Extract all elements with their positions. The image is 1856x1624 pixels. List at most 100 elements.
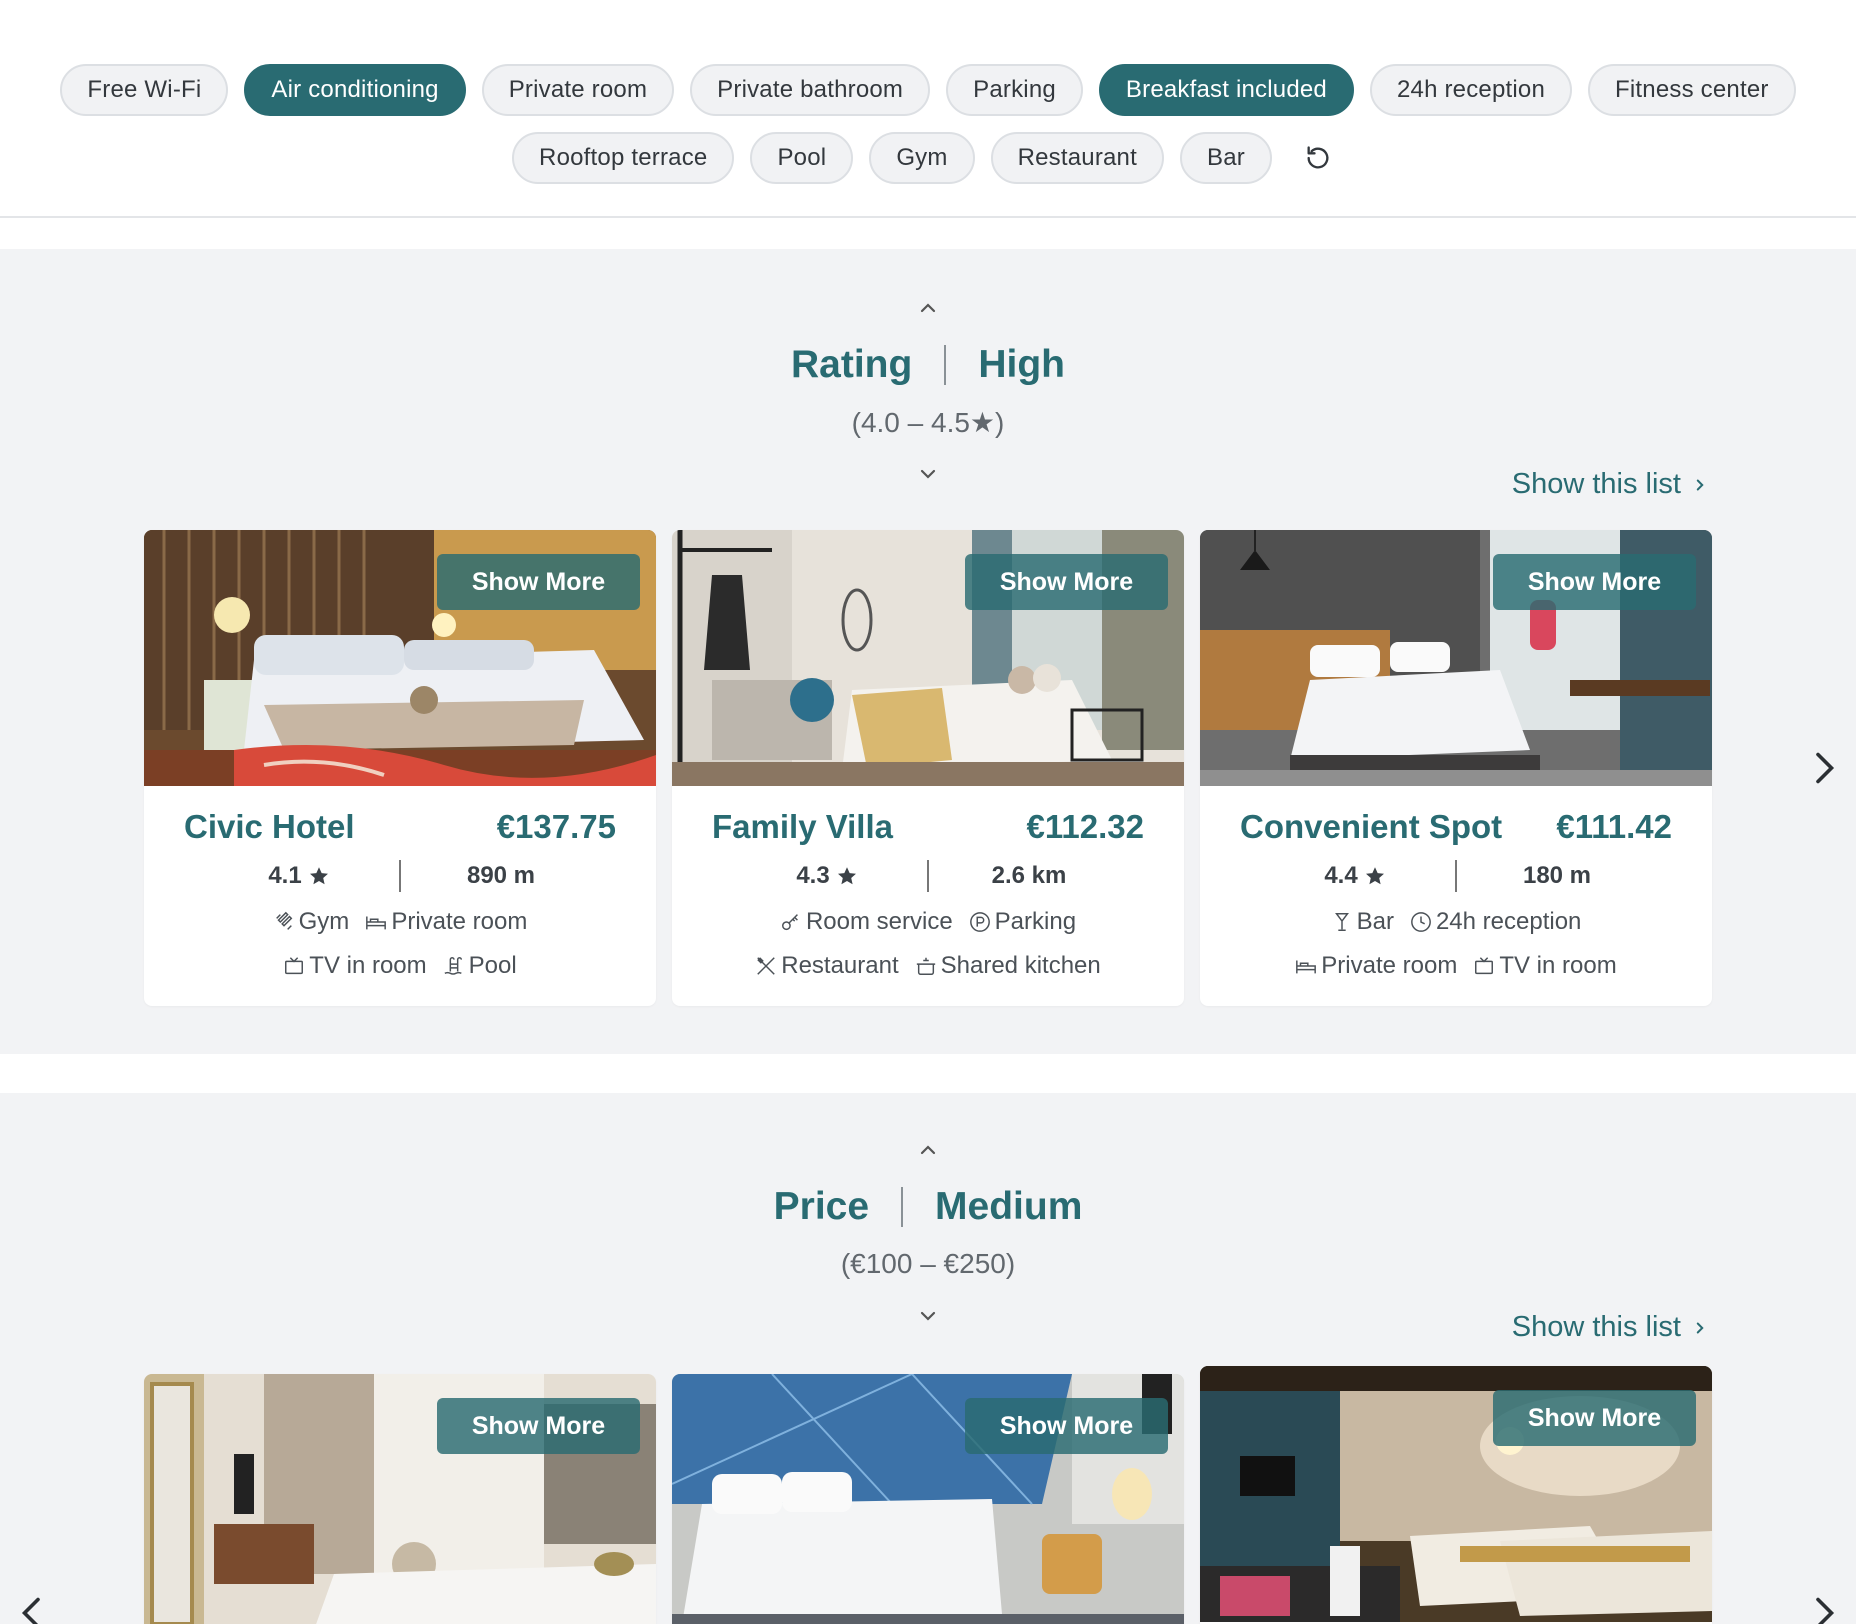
filter-row-1: Free Wi-Fi Air conditioning Private room… bbox=[0, 64, 1856, 116]
tv-icon bbox=[285, 957, 304, 975]
card-meta-row: 4.3 2.6 km bbox=[672, 860, 1184, 892]
bed-icon bbox=[1296, 960, 1317, 974]
amenity: 24h reception bbox=[1410, 908, 1581, 936]
heading-category: Price bbox=[773, 1185, 870, 1228]
amenity: Pool bbox=[443, 952, 517, 980]
hotel-card[interactable]: Show More bbox=[144, 1374, 656, 1624]
amenities-row: Room service Parking bbox=[672, 908, 1184, 936]
carousel-prev-button[interactable] bbox=[18, 1593, 46, 1624]
collapse-chevron-up[interactable] bbox=[916, 296, 940, 320]
carousel-next-button[interactable] bbox=[1810, 748, 1838, 788]
amenity: Private room bbox=[365, 908, 527, 936]
show-more-button[interactable]: Show More bbox=[965, 554, 1168, 610]
hotel-card[interactable]: Show More bbox=[1200, 1366, 1712, 1624]
hotel-name: Family Villa bbox=[712, 808, 893, 845]
amenity: Shared kitchen bbox=[915, 952, 1101, 980]
heading-level: Medium bbox=[935, 1185, 1083, 1228]
hotel-card[interactable]: Show More bbox=[672, 1374, 1184, 1624]
star-icon bbox=[1365, 867, 1384, 885]
hotel-card[interactable]: Show More Family Villa €112.32 4.3 2.6 k… bbox=[672, 530, 1184, 1006]
section-range: (4.0 – 4.5★) bbox=[851, 407, 1005, 438]
rating-value: 4.3 bbox=[796, 862, 830, 889]
chevron-right-icon bbox=[1696, 479, 1704, 490]
chevron-right-icon bbox=[1816, 752, 1835, 784]
filter-chip-24h-reception[interactable]: 24h reception bbox=[1369, 64, 1573, 116]
show-more-button[interactable]: Show More bbox=[965, 1398, 1168, 1454]
expand-chevron-down[interactable] bbox=[916, 462, 940, 486]
filter-chip-rooftop-terrace[interactable]: Rooftop terrace bbox=[512, 132, 735, 184]
hotel-price: €112.32 bbox=[1026, 808, 1144, 845]
show-this-list-label: Show this list bbox=[1511, 1311, 1681, 1343]
amenities-row: Restaurant Shared kitchen bbox=[672, 952, 1184, 980]
reset-filters-button[interactable] bbox=[1292, 132, 1344, 184]
filter-chip-gym[interactable]: Gym bbox=[869, 132, 975, 184]
expand-chevron-down[interactable] bbox=[916, 1304, 940, 1328]
star-icon bbox=[309, 867, 328, 885]
card-title-row: Civic Hotel €137.75 bbox=[184, 808, 616, 846]
filter-chip-private-bathroom[interactable]: Private bathroom bbox=[690, 64, 931, 116]
show-this-list-link[interactable]: Show this list bbox=[1512, 468, 1709, 501]
hotel-photo: Show More bbox=[1200, 1366, 1712, 1622]
clock-icon bbox=[1411, 912, 1431, 932]
show-more-button[interactable]: Show More bbox=[437, 554, 640, 610]
show-this-list-link[interactable]: Show this list bbox=[1512, 1311, 1709, 1344]
heading-level: High bbox=[978, 343, 1065, 386]
bed-icon bbox=[366, 916, 387, 930]
section-range: (€100 – €250) bbox=[840, 1248, 1016, 1279]
chevron-down-icon bbox=[920, 469, 936, 479]
filter-chip-pool[interactable]: Pool bbox=[750, 132, 854, 184]
hotel-card[interactable]: Show More Civic Hotel €137.75 4.1 890 m … bbox=[144, 530, 656, 1006]
reset-icon bbox=[1307, 146, 1329, 169]
filter-chip-private-room[interactable]: Private room bbox=[481, 64, 675, 116]
section-heading: Rating High bbox=[0, 343, 1856, 387]
heading-category: Rating bbox=[791, 343, 913, 386]
rating-value: 4.4 bbox=[1324, 862, 1358, 889]
hotel-name: Convenient Spot bbox=[1240, 808, 1503, 845]
amenity-filter-bar: Free Wi-Fi Air conditioning Private room… bbox=[0, 0, 1856, 218]
rating: 4.1 bbox=[199, 862, 399, 890]
gym-icon bbox=[275, 911, 293, 930]
pot-icon bbox=[916, 957, 935, 975]
price-medium-section: Price Medium (€100 – €250) Show this lis… bbox=[0, 1093, 1856, 1624]
hotel-photo: Show More bbox=[1200, 530, 1712, 786]
hotel-photo: Show More bbox=[672, 530, 1184, 786]
rating: 4.4 bbox=[1255, 862, 1455, 890]
hotel-photo: Show More bbox=[144, 1374, 656, 1624]
hotel-price: €111.42 bbox=[1556, 808, 1672, 845]
key-icon bbox=[781, 914, 798, 931]
filter-chip-breakfast-included[interactable]: Breakfast included bbox=[1098, 64, 1354, 116]
utensils-icon bbox=[757, 957, 776, 975]
amenity: TV in room bbox=[283, 952, 427, 980]
amenity: Gym bbox=[273, 908, 349, 936]
filter-chip-free-wifi[interactable]: Free Wi-Fi bbox=[60, 64, 229, 116]
amenity: TV in room bbox=[1473, 952, 1617, 980]
distance: 890 m bbox=[466, 862, 536, 889]
amenity: Room service bbox=[780, 908, 953, 936]
collapse-chevron-up[interactable] bbox=[916, 1138, 940, 1162]
tv-icon bbox=[1475, 957, 1494, 975]
amenity: Private room bbox=[1295, 952, 1457, 980]
rating-value: 4.1 bbox=[268, 862, 302, 889]
amenity: Parking bbox=[969, 908, 1076, 936]
show-more-button[interactable]: Show More bbox=[1493, 554, 1696, 610]
filter-chip-air-conditioning[interactable]: Air conditioning bbox=[244, 64, 466, 116]
carousel-next-button[interactable] bbox=[1810, 1593, 1838, 1624]
amenities-row: Gym Private room bbox=[144, 908, 656, 936]
section-heading: Price Medium bbox=[0, 1185, 1856, 1229]
show-more-button[interactable]: Show More bbox=[1493, 1390, 1696, 1446]
card-title-row: Convenient Spot €111.42 bbox=[1240, 808, 1672, 846]
filter-row-2: Rooftop terrace Pool Gym Restaurant Bar bbox=[0, 132, 1856, 184]
filter-chip-fitness-center[interactable]: Fitness center bbox=[1588, 64, 1796, 116]
show-more-button[interactable]: Show More bbox=[437, 1398, 640, 1454]
hotel-photo: Show More bbox=[144, 530, 656, 786]
heading-divider bbox=[944, 345, 947, 385]
chevron-down-icon bbox=[920, 1311, 936, 1321]
filter-chip-parking[interactable]: Parking bbox=[946, 64, 1083, 116]
hotel-card[interactable]: Show More Convenient Spot €111.42 4.4 18… bbox=[1200, 530, 1712, 1006]
chevron-right-icon bbox=[1816, 1597, 1835, 1624]
amenities-row: Bar 24h reception bbox=[1200, 908, 1712, 936]
amenity: Restaurant bbox=[755, 952, 899, 980]
cocktail-icon bbox=[1334, 913, 1349, 931]
filter-chip-restaurant[interactable]: Restaurant bbox=[990, 132, 1164, 184]
filter-chip-bar[interactable]: Bar bbox=[1179, 132, 1272, 184]
